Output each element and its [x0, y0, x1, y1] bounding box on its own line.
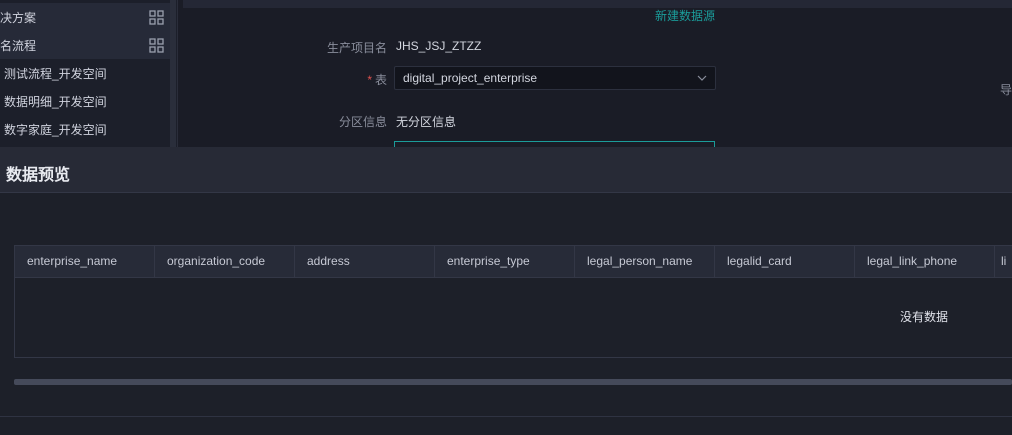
sidebar-item-label: 决方案: [0, 10, 37, 25]
sidebar-item-solution[interactable]: 决方案: [0, 3, 172, 31]
footer-divider: [0, 416, 1012, 417]
project-label: 生产项目名: [326, 41, 387, 55]
sidebar-scrollbar[interactable]: [170, 0, 176, 147]
sidebar: 决方案 名流程 测试流程_开发空间 数据明细_开发空间 数字家庭_开发空间: [0, 0, 178, 147]
sidebar-item-label: 数字家庭_开发空间: [4, 122, 107, 137]
grid-icon[interactable]: [149, 10, 164, 25]
sidebar-item-test-flow[interactable]: 测试流程_开发空间: [0, 59, 172, 87]
column-header[interactable]: enterprise_name: [15, 246, 155, 277]
sidebar-item-flow[interactable]: 名流程: [0, 31, 172, 59]
sidebar-item-label: 名流程: [0, 38, 37, 53]
table-select[interactable]: digital_project_enterprise: [394, 66, 716, 90]
horizontal-scrollbar[interactable]: [14, 379, 1012, 385]
modal-title: 数据预览: [6, 167, 71, 184]
column-header[interactable]: organization_code: [155, 246, 295, 277]
edge-label: 导: [1000, 83, 1012, 97]
partition-value: 无分区信息: [396, 115, 457, 129]
partition-label: 分区信息: [338, 115, 387, 129]
required-mark: *: [367, 73, 372, 87]
column-header[interactable]: legal_link_phone: [855, 246, 995, 277]
empty-state-text: 没有数据: [900, 310, 949, 324]
project-value: JHS_JSJ_ZTZZ: [396, 39, 482, 53]
preview-table: enterprise_name organization_code addres…: [14, 245, 1012, 358]
column-header[interactable]: enterprise_type: [435, 246, 575, 277]
sidebar-item-label: 测试流程_开发空间: [4, 66, 107, 81]
table-label: 表: [374, 73, 387, 87]
table-select-value: digital_project_enterprise: [403, 71, 538, 85]
column-header[interactable]: legalid_card: [715, 246, 855, 277]
column-header[interactable]: legal_person_name: [575, 246, 715, 277]
new-datasource-link[interactable]: 新建数据源: [655, 7, 715, 24]
column-header[interactable]: address: [295, 246, 435, 277]
sidebar-item-digital-home[interactable]: 数字家庭_开发空间: [0, 115, 172, 143]
column-header[interactable]: li: [995, 246, 1012, 277]
sidebar-item-data-detail[interactable]: 数据明细_开发空间: [0, 87, 172, 115]
table-header-row: enterprise_name organization_code addres…: [15, 246, 1012, 278]
chevron-down-icon: [697, 75, 707, 81]
top-strip: [183, 0, 1012, 8]
sidebar-item-label: 数据明细_开发空间: [4, 94, 107, 109]
table-label-wrap: * 表: [287, 71, 387, 88]
data-preview-modal: 数据预览 enterprise_name organization_code a…: [0, 147, 1012, 435]
grid-icon[interactable]: [149, 38, 164, 53]
modal-header: 数据预览: [0, 147, 1012, 193]
